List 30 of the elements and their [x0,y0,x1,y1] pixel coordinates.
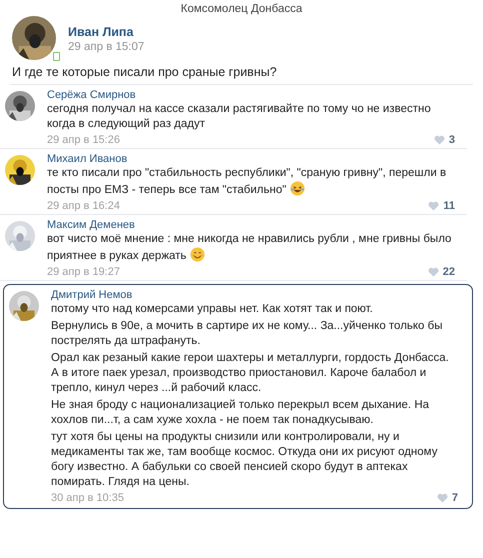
heart-icon[interactable] [428,267,439,277]
author-name[interactable]: Михаил Иванов [47,153,455,165]
comment-text: Вернулись в 90е, а мочить в сартире их не кому... За...уйченко только бы пострелять да штрафануть. [51,319,444,349]
post-text: И где те которые писали про сраные гривны? [12,65,278,81]
comment-date: 29 апр в 15:26 [47,134,120,146]
like-count: 3 [448,134,455,146]
group-title: Комсомолец Донбасса [180,3,302,15]
heart-icon[interactable] [436,493,448,503]
author-name[interactable]: Серёжа Смирнов [47,89,455,101]
comment-text: сегодня получал на кассе сказали растягивайте по тому чо не известно когда в следующий раз дадут [47,102,432,132]
smile-emoji-icon [190,247,205,262]
like-count: 22 [442,266,455,278]
author-name[interactable]: Иван Липа [68,25,144,39]
author-name[interactable]: Максим Деменев [47,219,455,231]
comment-text: потому что над комерсами управы нет. Как хотят так и поют. [51,302,374,317]
comment-date: 29 апр в 19:27 [47,266,120,278]
like-count: 11 [443,200,455,212]
comment-text: вот чисто моё мнение : мне никогда не нравились рубли , мне гривны было приятнее в руках держать [47,232,452,264]
comment-text: тут хотя бы цены на продукты снизили или контролировали, ну и медикаменты так же, там вообще космос. Откуда они их рисуют одному богу известно. А бабульки со своей пенсией скоро будут в аптеках помирать. Глядя на цены. [51,430,438,490]
post-date: 29 апр в 15:07 [68,41,144,53]
comment-date: 30 апр в 10:35 [51,492,124,504]
comment-date: 29 апр в 16:24 [47,200,120,212]
heart-icon[interactable] [428,201,440,211]
laughing-emoji-icon [290,181,305,196]
comment-text: те кто писали про "стабильность республики", "сраную гривну", перешли в посты про ЕМЗ - теперь все там "стабильно" [47,166,448,198]
comment-text: Не зная броду с национализацией только перекрыл всем дыхание. На хохлов пи...т, а сам хуже хохла - не поем так понадкусываю. [51,398,430,428]
comment-text: Орал как резаный какие герои шахтеры и металлурги, гордость Донбасса. А в итоге паек урезал, производство приостановил. Кароче балабол и трепло, кинул через ...й рабочий класс. [51,351,450,396]
author-name[interactable]: Дмитрий Немов [51,289,458,301]
heart-icon[interactable] [434,135,445,145]
like-count: 7 [452,492,458,504]
